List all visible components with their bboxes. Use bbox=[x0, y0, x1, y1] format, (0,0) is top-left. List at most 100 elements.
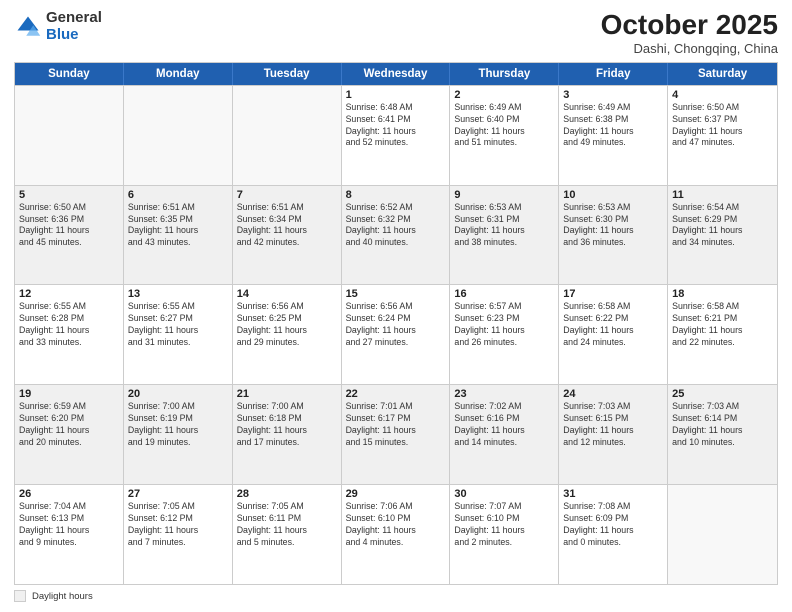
calendar-cell: 11Sunrise: 6:54 AM Sunset: 6:29 PM Dayli… bbox=[668, 186, 777, 285]
day-info: Sunrise: 7:05 AM Sunset: 6:11 PM Dayligh… bbox=[237, 501, 337, 549]
calendar-cell bbox=[233, 86, 342, 185]
calendar-week: 12Sunrise: 6:55 AM Sunset: 6:28 PM Dayli… bbox=[15, 284, 777, 384]
day-number: 13 bbox=[128, 288, 228, 300]
day-info: Sunrise: 7:04 AM Sunset: 6:13 PM Dayligh… bbox=[19, 501, 119, 549]
day-info: Sunrise: 6:50 AM Sunset: 6:37 PM Dayligh… bbox=[672, 102, 773, 150]
day-number: 26 bbox=[19, 488, 119, 500]
day-info: Sunrise: 6:49 AM Sunset: 6:38 PM Dayligh… bbox=[563, 102, 663, 150]
day-number: 6 bbox=[128, 189, 228, 201]
calendar-cell: 27Sunrise: 7:05 AM Sunset: 6:12 PM Dayli… bbox=[124, 485, 233, 584]
day-info: Sunrise: 7:02 AM Sunset: 6:16 PM Dayligh… bbox=[454, 401, 554, 449]
day-info: Sunrise: 6:58 AM Sunset: 6:21 PM Dayligh… bbox=[672, 301, 773, 349]
weekday-header: Wednesday bbox=[342, 63, 451, 85]
weekday-header: Tuesday bbox=[233, 63, 342, 85]
day-info: Sunrise: 6:56 AM Sunset: 6:24 PM Dayligh… bbox=[346, 301, 446, 349]
calendar-cell: 16Sunrise: 6:57 AM Sunset: 6:23 PM Dayli… bbox=[450, 285, 559, 384]
calendar-cell: 1Sunrise: 6:48 AM Sunset: 6:41 PM Daylig… bbox=[342, 86, 451, 185]
day-info: Sunrise: 7:06 AM Sunset: 6:10 PM Dayligh… bbox=[346, 501, 446, 549]
weekday-header: Sunday bbox=[15, 63, 124, 85]
day-number: 3 bbox=[563, 89, 663, 101]
day-info: Sunrise: 6:48 AM Sunset: 6:41 PM Dayligh… bbox=[346, 102, 446, 150]
day-number: 25 bbox=[672, 388, 773, 400]
calendar-body: 1Sunrise: 6:48 AM Sunset: 6:41 PM Daylig… bbox=[15, 85, 777, 584]
logo-general-text: General bbox=[46, 10, 102, 27]
day-info: Sunrise: 7:05 AM Sunset: 6:12 PM Dayligh… bbox=[128, 501, 228, 549]
logo-text: General Blue bbox=[46, 10, 102, 43]
legend: Daylight hours bbox=[14, 590, 778, 602]
day-number: 22 bbox=[346, 388, 446, 400]
logo: General Blue bbox=[14, 10, 102, 43]
day-number: 31 bbox=[563, 488, 663, 500]
day-info: Sunrise: 7:01 AM Sunset: 6:17 PM Dayligh… bbox=[346, 401, 446, 449]
calendar-cell: 15Sunrise: 6:56 AM Sunset: 6:24 PM Dayli… bbox=[342, 285, 451, 384]
calendar-cell: 20Sunrise: 7:00 AM Sunset: 6:19 PM Dayli… bbox=[124, 385, 233, 484]
calendar-cell: 25Sunrise: 7:03 AM Sunset: 6:14 PM Dayli… bbox=[668, 385, 777, 484]
day-number: 4 bbox=[672, 89, 773, 101]
calendar-cell: 24Sunrise: 7:03 AM Sunset: 6:15 PM Dayli… bbox=[559, 385, 668, 484]
day-number: 24 bbox=[563, 388, 663, 400]
day-number: 18 bbox=[672, 288, 773, 300]
day-info: Sunrise: 6:56 AM Sunset: 6:25 PM Dayligh… bbox=[237, 301, 337, 349]
day-number: 17 bbox=[563, 288, 663, 300]
page: General Blue October 2025 Dashi, Chongqi… bbox=[0, 0, 792, 612]
weekday-header: Friday bbox=[559, 63, 668, 85]
calendar-cell: 23Sunrise: 7:02 AM Sunset: 6:16 PM Dayli… bbox=[450, 385, 559, 484]
weekday-header: Saturday bbox=[668, 63, 777, 85]
day-info: Sunrise: 6:52 AM Sunset: 6:32 PM Dayligh… bbox=[346, 202, 446, 250]
header: General Blue October 2025 Dashi, Chongqi… bbox=[14, 10, 778, 56]
day-number: 23 bbox=[454, 388, 554, 400]
calendar-cell: 13Sunrise: 6:55 AM Sunset: 6:27 PM Dayli… bbox=[124, 285, 233, 384]
day-info: Sunrise: 6:50 AM Sunset: 6:36 PM Dayligh… bbox=[19, 202, 119, 250]
calendar-week: 26Sunrise: 7:04 AM Sunset: 6:13 PM Dayli… bbox=[15, 484, 777, 584]
day-number: 19 bbox=[19, 388, 119, 400]
day-number: 30 bbox=[454, 488, 554, 500]
title-block: October 2025 Dashi, Chongqing, China bbox=[601, 10, 778, 56]
day-number: 20 bbox=[128, 388, 228, 400]
day-number: 11 bbox=[672, 189, 773, 201]
calendar-cell: 5Sunrise: 6:50 AM Sunset: 6:36 PM Daylig… bbox=[15, 186, 124, 285]
day-info: Sunrise: 6:59 AM Sunset: 6:20 PM Dayligh… bbox=[19, 401, 119, 449]
day-info: Sunrise: 6:58 AM Sunset: 6:22 PM Dayligh… bbox=[563, 301, 663, 349]
day-number: 10 bbox=[563, 189, 663, 201]
calendar-cell: 21Sunrise: 7:00 AM Sunset: 6:18 PM Dayli… bbox=[233, 385, 342, 484]
weekday-header: Monday bbox=[124, 63, 233, 85]
day-number: 27 bbox=[128, 488, 228, 500]
calendar-cell: 10Sunrise: 6:53 AM Sunset: 6:30 PM Dayli… bbox=[559, 186, 668, 285]
calendar-week: 5Sunrise: 6:50 AM Sunset: 6:36 PM Daylig… bbox=[15, 185, 777, 285]
day-info: Sunrise: 6:51 AM Sunset: 6:35 PM Dayligh… bbox=[128, 202, 228, 250]
day-info: Sunrise: 7:08 AM Sunset: 6:09 PM Dayligh… bbox=[563, 501, 663, 549]
day-number: 1 bbox=[346, 89, 446, 101]
calendar-cell: 6Sunrise: 6:51 AM Sunset: 6:35 PM Daylig… bbox=[124, 186, 233, 285]
legend-label: Daylight hours bbox=[32, 591, 93, 602]
calendar-cell: 2Sunrise: 6:49 AM Sunset: 6:40 PM Daylig… bbox=[450, 86, 559, 185]
calendar-cell: 28Sunrise: 7:05 AM Sunset: 6:11 PM Dayli… bbox=[233, 485, 342, 584]
weekday-header: Thursday bbox=[450, 63, 559, 85]
day-number: 9 bbox=[454, 189, 554, 201]
day-info: Sunrise: 7:03 AM Sunset: 6:15 PM Dayligh… bbox=[563, 401, 663, 449]
day-info: Sunrise: 6:57 AM Sunset: 6:23 PM Dayligh… bbox=[454, 301, 554, 349]
calendar-cell: 7Sunrise: 6:51 AM Sunset: 6:34 PM Daylig… bbox=[233, 186, 342, 285]
logo-blue-text: Blue bbox=[46, 27, 102, 44]
calendar-cell: 3Sunrise: 6:49 AM Sunset: 6:38 PM Daylig… bbox=[559, 86, 668, 185]
day-number: 8 bbox=[346, 189, 446, 201]
day-number: 7 bbox=[237, 189, 337, 201]
day-info: Sunrise: 7:00 AM Sunset: 6:18 PM Dayligh… bbox=[237, 401, 337, 449]
day-number: 2 bbox=[454, 89, 554, 101]
calendar-cell: 14Sunrise: 6:56 AM Sunset: 6:25 PM Dayli… bbox=[233, 285, 342, 384]
calendar-cell: 8Sunrise: 6:52 AM Sunset: 6:32 PM Daylig… bbox=[342, 186, 451, 285]
calendar-cell: 29Sunrise: 7:06 AM Sunset: 6:10 PM Dayli… bbox=[342, 485, 451, 584]
day-info: Sunrise: 6:53 AM Sunset: 6:31 PM Dayligh… bbox=[454, 202, 554, 250]
day-info: Sunrise: 6:49 AM Sunset: 6:40 PM Dayligh… bbox=[454, 102, 554, 150]
day-info: Sunrise: 6:55 AM Sunset: 6:27 PM Dayligh… bbox=[128, 301, 228, 349]
logo-icon bbox=[14, 13, 42, 41]
calendar-cell bbox=[124, 86, 233, 185]
day-number: 12 bbox=[19, 288, 119, 300]
calendar-cell: 31Sunrise: 7:08 AM Sunset: 6:09 PM Dayli… bbox=[559, 485, 668, 584]
calendar-cell: 26Sunrise: 7:04 AM Sunset: 6:13 PM Dayli… bbox=[15, 485, 124, 584]
legend-box bbox=[14, 590, 26, 602]
day-info: Sunrise: 6:54 AM Sunset: 6:29 PM Dayligh… bbox=[672, 202, 773, 250]
day-info: Sunrise: 6:53 AM Sunset: 6:30 PM Dayligh… bbox=[563, 202, 663, 250]
month-title: October 2025 bbox=[601, 10, 778, 41]
day-info: Sunrise: 6:55 AM Sunset: 6:28 PM Dayligh… bbox=[19, 301, 119, 349]
day-info: Sunrise: 7:00 AM Sunset: 6:19 PM Dayligh… bbox=[128, 401, 228, 449]
